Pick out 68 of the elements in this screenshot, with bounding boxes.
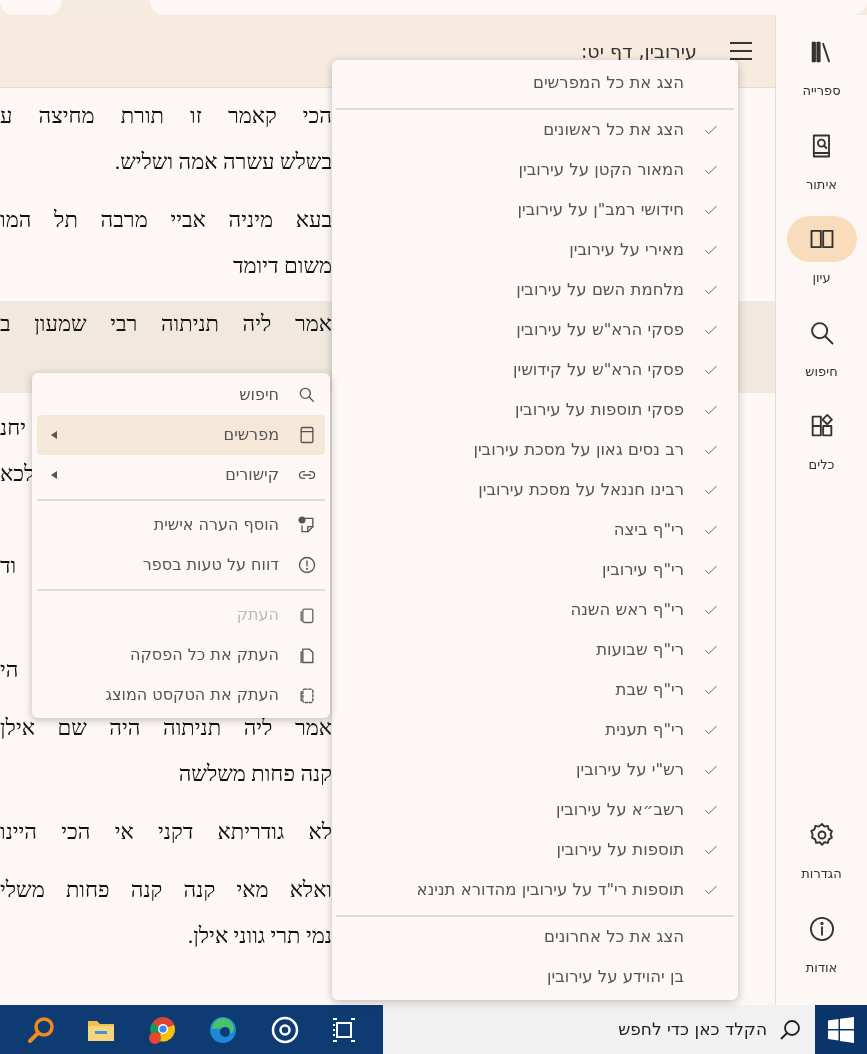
menu-item[interactable]: מאירי על עירובין (332, 230, 738, 270)
menu-item[interactable]: רי"ף תענית (332, 710, 738, 750)
menu-item[interactable]: רבינו חננאל על מסכת עירובין (332, 470, 738, 510)
text-line: אמר ליה תניתוה רבי שמעון ב (0, 310, 332, 338)
sidebar-item[interactable]: כלים (786, 403, 857, 475)
note-add-icon (297, 515, 317, 535)
sidebar-item[interactable]: הגדרות (786, 812, 857, 884)
browser-icon[interactable] (208, 1014, 239, 1045)
menu-item[interactable]: בן יהוידע על עירובין (332, 957, 738, 997)
caret-icon (51, 471, 57, 479)
sidebar-item[interactable]: אודות (786, 905, 857, 977)
text-line: הכי קאמר זו תורת מחיצה ע (0, 102, 332, 130)
browser-icon[interactable] (146, 1014, 177, 1045)
menu-item[interactable]: העתק את הטקסט המוצג (37, 675, 325, 715)
menu-item[interactable]: תוספות על עירובין (332, 830, 738, 870)
page-title: עירובין, דף יט: (580, 38, 697, 64)
search-icon (297, 385, 317, 405)
text-line: לכא (0, 460, 35, 488)
menu-item[interactable]: קישורים (37, 455, 325, 495)
menu-item[interactable]: העתק את כל הפסקה (37, 635, 325, 675)
taskbar-search-box[interactable]: הקלד כאן כדי לחפש (383, 1005, 815, 1054)
caret-icon (51, 431, 57, 439)
menu-item[interactable]: דווח על טעות בספר (37, 545, 325, 585)
menu-item[interactable]: רי"ף ביצה (332, 510, 738, 550)
menu-item[interactable]: פסקי תוספות על עירובין (332, 390, 738, 430)
menu-item[interactable]: רב נסים גאון על מסכת עירובין (332, 430, 738, 470)
menu-item[interactable]: תוספות רי"ד על עירובין מהדורא תנינא (332, 870, 738, 910)
menu-item[interactable]: הצג את כל המפרשים (332, 63, 738, 103)
search-icon (779, 1018, 801, 1041)
text-line: נמי תרי גווני אילן. (186, 922, 332, 950)
text-line: משום דיומד (231, 252, 332, 280)
info-icon (807, 914, 836, 943)
menu-item[interactable]: הוסף הערה אישית (37, 505, 325, 545)
task-view-icon[interactable] (331, 1016, 358, 1043)
text-line: בעא מיניה אביי מרבה תל המו (0, 206, 332, 234)
menu-icon[interactable] (729, 41, 753, 61)
text-line: ואלא מאי קנה קנה פחות משלי (0, 876, 332, 904)
text-line: יחנ (0, 414, 26, 442)
menu-item[interactable]: רי"ף ראש השנה (332, 590, 738, 630)
warning-icon (297, 555, 317, 575)
sidebar-item[interactable]: איתור (786, 122, 857, 194)
settings-icon (807, 821, 836, 849)
menu-item[interactable]: רי"ף עירובין (332, 550, 738, 590)
menu-item[interactable]: רי"ף שבת (332, 670, 738, 710)
menu-item[interactable]: הצג את כל אחרונים (332, 917, 738, 957)
search-icon[interactable] (25, 1014, 56, 1045)
menu-item[interactable]: חידושי רמב"ן על עירובין (332, 190, 738, 230)
text-line: לא גודריתא דקני אי הכי היינו (0, 818, 332, 846)
text-line: אמר ליה תניתוה היה שם אילן (0, 714, 332, 742)
text-line: וד (0, 552, 17, 580)
menu-item[interactable]: המאור הקטן על עירובין (332, 150, 738, 190)
disc-icon[interactable] (269, 1014, 300, 1045)
text-line: בשלש עשרה אמה ושליש. (113, 148, 332, 176)
menu-item[interactable]: רש"י על עירובין (332, 750, 738, 790)
sidebar-item[interactable]: עיון (786, 216, 857, 288)
menu-item[interactable]: פסקי הרא"ש על עירובין (332, 310, 738, 350)
text-line: קנה פחות משלשה (177, 760, 332, 788)
text-line: הי (0, 656, 19, 684)
menu-item[interactable]: רי"ף שבועות (332, 630, 738, 670)
sidebar-item[interactable]: ספרייה (786, 29, 857, 101)
menu-item[interactable]: חיפוש (37, 375, 325, 415)
menu-item[interactable]: הצג את כל ראשונים (332, 110, 738, 150)
menu-item[interactable]: מפרשים (37, 415, 325, 455)
sidebar-item[interactable]: חיפוש (786, 309, 857, 381)
menu-item[interactable]: רשב״א על עירובין (332, 790, 738, 830)
windows-logo-icon[interactable] (828, 1016, 854, 1043)
menu-item[interactable]: פסקי הרא"ש על קידושין (332, 350, 738, 390)
menu-item[interactable]: מלחמת השם על עירובין (332, 270, 738, 310)
